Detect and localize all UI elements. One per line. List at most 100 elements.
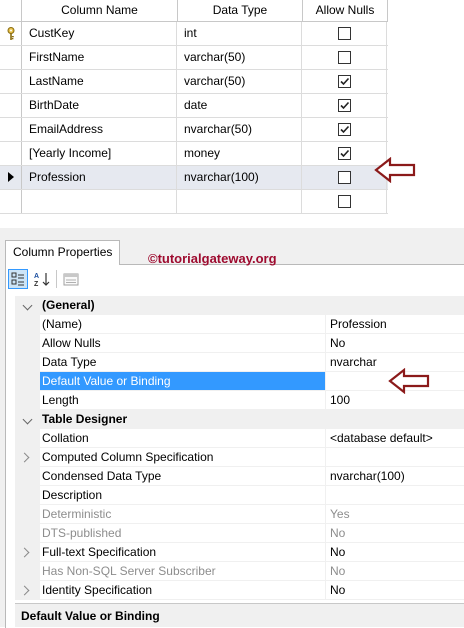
column-name-cell[interactable]: FirstName	[22, 46, 177, 69]
data-type-cell[interactable]: money	[177, 142, 302, 165]
data-type-cell[interactable]: nvarchar(100)	[177, 166, 302, 189]
table-row[interactable]: CustKey int	[0, 22, 388, 46]
data-type-cell[interactable]	[177, 190, 302, 213]
allow-nulls-checkbox[interactable]	[338, 123, 351, 136]
property-row-identity[interactable]: Identity Specification No	[15, 581, 464, 600]
row-selector[interactable]	[0, 142, 22, 165]
row-selector[interactable]	[0, 70, 22, 93]
collapse-chevron-icon[interactable]	[22, 300, 33, 311]
property-row-condensed[interactable]: Condensed Data Type nvarchar(100)	[15, 467, 464, 486]
property-label: Length	[40, 391, 325, 410]
allow-nulls-checkbox[interactable]	[338, 195, 351, 208]
row-selector[interactable]	[0, 166, 22, 189]
property-row-computed[interactable]: Computed Column Specification	[15, 448, 464, 467]
categorized-icon	[11, 272, 24, 286]
annotation-arrow-icon	[388, 368, 430, 394]
data-type-cell[interactable]: varchar(50)	[177, 46, 302, 69]
row-selector[interactable]	[0, 118, 22, 141]
property-row-name[interactable]: (Name) Profession	[15, 315, 464, 334]
table-row[interactable]: EmailAddress nvarchar(50)	[0, 118, 388, 142]
property-label: Default Value or Binding	[40, 372, 325, 391]
column-name-cell[interactable]: Profession	[22, 166, 177, 189]
expand-chevron-icon[interactable]	[19, 547, 30, 558]
grid-header: Column Name Data Type Allow Nulls	[0, 0, 388, 22]
property-row-deterministic[interactable]: Deterministic Yes	[15, 505, 464, 524]
expand-chevron-icon[interactable]	[19, 452, 30, 463]
property-value[interactable]: No	[325, 334, 464, 353]
table-row[interactable]	[0, 190, 388, 214]
column-name-cell[interactable]: EmailAddress	[22, 118, 177, 141]
property-grid: (General) (Name) Profession Allow Nulls …	[15, 296, 464, 600]
property-value[interactable]: No	[325, 543, 464, 562]
svg-text:A: A	[34, 273, 39, 280]
property-value[interactable]	[325, 486, 464, 505]
data-type-cell[interactable]: nvarchar(50)	[177, 118, 302, 141]
table-row[interactable]: [Yearly Income] money	[0, 142, 388, 166]
column-name-cell[interactable]: LastName	[22, 70, 177, 93]
property-label: Computed Column Specification	[40, 448, 325, 467]
allow-nulls-checkbox[interactable]	[338, 51, 351, 64]
property-row-dts-published[interactable]: DTS-published No	[15, 524, 464, 543]
data-type-cell[interactable]: int	[177, 22, 302, 45]
property-value[interactable]: nvarchar(100)	[325, 467, 464, 486]
annotation-arrow-icon	[374, 157, 416, 183]
allow-nulls-cell	[302, 94, 387, 117]
watermark: ©tutorialgateway.org	[148, 251, 277, 266]
property-label: Identity Specification	[40, 581, 325, 600]
header-allow-nulls[interactable]: Allow Nulls	[303, 0, 388, 21]
column-name-cell[interactable]	[22, 190, 177, 213]
table-row[interactable]: LastName varchar(50)	[0, 70, 388, 94]
property-label: Has Non-SQL Server Subscriber	[40, 562, 325, 581]
properties-toolbar: A Z	[8, 269, 81, 291]
tab-column-properties[interactable]: Column Properties	[5, 240, 121, 265]
allow-nulls-checkbox[interactable]	[338, 75, 351, 88]
data-type-cell[interactable]: varchar(50)	[177, 70, 302, 93]
table-row[interactable]: Profession nvarchar(100)	[0, 166, 388, 190]
property-label: Allow Nulls	[40, 334, 325, 353]
property-value[interactable]: No	[325, 581, 464, 600]
row-selector[interactable]	[0, 190, 22, 213]
property-label: Collation	[40, 429, 325, 448]
sort-alphabetical-icon: A Z	[34, 273, 50, 287]
property-row-allow-nulls[interactable]: Allow Nulls No	[15, 334, 464, 353]
allow-nulls-checkbox[interactable]	[338, 99, 351, 112]
expand-chevron-icon[interactable]	[19, 585, 30, 596]
property-row-description[interactable]: Description	[15, 486, 464, 505]
column-properties-panel: Column Properties ©tutorialgateway.org A…	[0, 232, 464, 628]
svg-text:Z: Z	[34, 281, 39, 287]
alphabetical-button[interactable]: A Z	[32, 269, 52, 289]
property-value[interactable]: <database default>	[325, 429, 464, 448]
data-type-cell[interactable]: date	[177, 94, 302, 117]
property-row-collation[interactable]: Collation <database default>	[15, 429, 464, 448]
column-name-cell[interactable]: CustKey	[22, 22, 177, 45]
collapse-chevron-icon[interactable]	[22, 414, 33, 425]
property-row-non-sql-subscriber[interactable]: Has Non-SQL Server Subscriber No	[15, 562, 464, 581]
header-data-type[interactable]: Data Type	[178, 0, 303, 21]
category-general[interactable]: (General)	[15, 296, 464, 315]
column-name-cell[interactable]: [Yearly Income]	[22, 142, 177, 165]
primary-key-icon	[7, 27, 15, 40]
table-row[interactable]: BirthDate date	[0, 94, 388, 118]
property-row-fulltext[interactable]: Full-text Specification No	[15, 543, 464, 562]
row-selector[interactable]	[0, 94, 22, 117]
property-pages-button[interactable]	[61, 269, 81, 289]
allow-nulls-checkbox[interactable]	[338, 27, 351, 40]
allow-nulls-checkbox[interactable]	[338, 171, 351, 184]
property-value: No	[325, 524, 464, 543]
table-row[interactable]: FirstName varchar(50)	[0, 46, 388, 70]
row-selector[interactable]	[0, 22, 22, 45]
row-selector[interactable]	[0, 46, 22, 69]
header-column-name[interactable]: Column Name	[22, 0, 178, 21]
column-name-cell[interactable]: BirthDate	[22, 94, 177, 117]
grid-rows: CustKey int FirstName varchar(50) LastName va…	[0, 22, 388, 214]
property-value[interactable]: Profession	[325, 315, 464, 334]
property-value[interactable]	[325, 448, 464, 467]
category-table-designer[interactable]: Table Designer	[15, 410, 464, 429]
property-label: Condensed Data Type	[40, 467, 325, 486]
categorized-button[interactable]	[8, 269, 28, 289]
checkmark-icon	[340, 149, 350, 158]
allow-nulls-cell	[302, 22, 387, 45]
allow-nulls-cell	[302, 70, 387, 93]
property-value: Yes	[325, 505, 464, 524]
allow-nulls-checkbox[interactable]	[338, 147, 351, 160]
